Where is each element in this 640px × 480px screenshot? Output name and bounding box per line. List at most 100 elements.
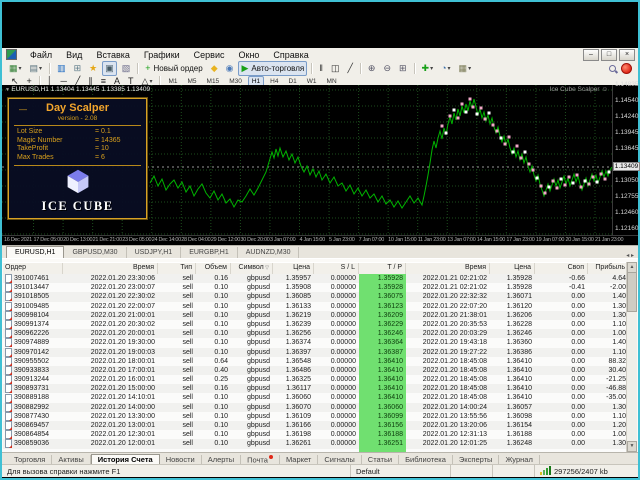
candles-chart-icon[interactable]: ◫ (328, 61, 343, 76)
cell-прибыль: 88.32 (588, 357, 626, 366)
zoom-out-icon[interactable]: ⊖ (380, 61, 394, 76)
table-row[interactable]: 390955502 2022.01.20 18:00:01 sell 0.64 gbpu… (3, 356, 626, 366)
menu-item-3[interactable]: Графики (137, 50, 187, 60)
zoom-in-icon[interactable]: ⊕ (365, 61, 379, 76)
scrollbar-down-icon[interactable]: ▼ (627, 441, 637, 452)
cell-объем: 0.10 (196, 329, 231, 338)
history-col-header-4[interactable]: Символ ▽ (231, 263, 273, 274)
cell-время: 2022.01.20 13:30:00 (63, 412, 158, 421)
time-axis-label: 20 Jan 15:00 (565, 237, 594, 243)
dropdown-caret-icon: ▾ (447, 66, 451, 72)
table-row[interactable]: 390882992 2022.01.20 14:00:00 sell 0.10 gbpu… (3, 402, 626, 412)
menu-item-1[interactable]: Вид (59, 50, 89, 60)
line-chart-icon[interactable]: ╱ (344, 61, 355, 76)
cell-text: 2022.01.20 18:45:08 (422, 357, 487, 365)
chart-plot[interactable]: ▼ EURUSD,H1 1.13404 1.13445 1.13385 1.13… (2, 85, 613, 235)
menu-item-2[interactable]: Вставка (89, 50, 136, 60)
search-icon[interactable] (609, 64, 617, 73)
community-icon[interactable]: ◉ (223, 61, 237, 76)
history-col-header-1[interactable]: Время (63, 263, 158, 274)
cell-время: 2022.01.20 23:30:06 (63, 274, 158, 283)
menu-item-5[interactable]: Окно (232, 50, 267, 60)
time-axis-label: 21 Dec 21:00 (92, 237, 122, 243)
cell-тип: sell (158, 338, 196, 347)
cell-прибыль: 1.00 (588, 329, 626, 338)
table-row[interactable]: 390859036 2022.01.20 12:00:01 sell 0.10 gbpu… (3, 439, 626, 449)
cell-text: 1.36364 (377, 339, 403, 347)
table-row[interactable]: 390864854 2022.01.20 12:30:01 sell 0.10 gbpu… (3, 430, 626, 440)
history-col-header-0[interactable]: Ордер (3, 263, 63, 274)
cell-s-l: 0.00000 (314, 274, 359, 283)
history-col-header-10[interactable]: Своп (535, 263, 588, 274)
ea-smiley-icon[interactable]: ☺ (601, 86, 608, 93)
cell-t-p: 1.36060 (359, 402, 406, 412)
cell-text: 0.10 (214, 394, 228, 402)
terminal-scrollbar[interactable]: ▲ ▼ (626, 262, 637, 452)
tile-windows-icon[interactable]: ⊞ (396, 61, 410, 76)
history-col-header-9[interactable]: Цена (490, 263, 535, 274)
table-row[interactable]: 391018505 2022.01.20 22:30:02 sell 0.10 gbpu… (3, 292, 626, 302)
cell-text: 2022.01.20 18:00:01 (90, 357, 155, 365)
history-col-header-11[interactable]: Прибыль (588, 263, 629, 274)
history-col-header-3[interactable]: Объем (196, 263, 231, 274)
table-row[interactable]: 390913244 2022.01.20 16:00:01 sell 0.25 gbpu… (3, 375, 626, 385)
trade-marker-icon (511, 150, 515, 154)
chart-window: ▼ EURUSD,H1 1.13404 1.13445 1.13385 1.13… (2, 81, 640, 246)
history-col-header-2[interactable]: Тип (158, 263, 196, 274)
minimize-button[interactable]: – (583, 48, 599, 61)
table-row[interactable]: 390869457 2022.01.20 13:00:01 sell 0.10 gbpu… (3, 421, 626, 431)
price-axis[interactable]: 1.13409 1.14835 1.14540 1.14240 1.13945 1.13… (613, 81, 640, 235)
cell-прибыль: 4.64 (588, 274, 626, 283)
status-segment (450, 465, 492, 477)
periods-icon[interactable]: ◔ ▾ (438, 61, 453, 76)
table-row[interactable]: 390877430 2022.01.20 13:30:00 sell 0.10 gbpu… (3, 411, 626, 421)
notifications-icon[interactable] (621, 63, 632, 74)
indicators-icon[interactable]: ✚ ▾ (419, 61, 437, 76)
table-row[interactable]: 390998104 2022.01.20 21:00:01 sell 0.10 gbpu… (3, 310, 626, 320)
cell-text: gbpusd (247, 376, 270, 384)
auto-trading-button[interactable]: ▶ Авто-торговля (238, 61, 308, 76)
table-row[interactable]: 390893731 2022.01.20 15:00:00 sell 0.16 gbpu… (3, 384, 626, 394)
bars-chart-icon[interactable]: ‖ (316, 61, 326, 76)
table-row[interactable]: 391007461 2022.01.20 23:30:06 sell 0.16 gbpu… (3, 274, 626, 284)
status-profile[interactable]: Default (350, 465, 450, 477)
cell-text: 1.36133 (285, 302, 311, 310)
cell-text: 2022.01.20 18:45:08 (422, 376, 487, 384)
templates-icon[interactable]: ▦ ▾ (456, 61, 475, 76)
table-row[interactable]: 390933833 2022.01.20 17:00:01 sell 0.40 gbpu… (3, 365, 626, 376)
cell-цена: 1.36060 (273, 393, 314, 402)
table-row[interactable]: 390970142 2022.01.20 19:00:03 sell 0.10 gbpu… (3, 347, 626, 357)
table-row[interactable]: 390974889 2022.01.20 19:30:00 sell 0.10 gbpu… (3, 338, 626, 348)
header-label: Ордер (5, 264, 27, 271)
close-button[interactable]: × (619, 48, 635, 61)
ea-panel-dash-icon[interactable]: — (19, 105, 27, 114)
cell-s-l: 0.00000 (314, 439, 359, 448)
table-row[interactable]: 391013447 2022.01.20 23:00:07 sell 0.10 gbpu… (3, 283, 626, 293)
cell-время: 2022.01.20 18:45:08 (406, 375, 490, 384)
history-col-header-6[interactable]: S / L (314, 263, 359, 274)
metaeditor-icon[interactable]: ◆ (208, 61, 221, 76)
filter-icon[interactable]: ▽ (264, 265, 269, 271)
table-row[interactable]: 390962226 2022.01.20 20:00:01 sell 0.10 gbpu… (3, 329, 626, 339)
restore-button[interactable]: □ (601, 48, 617, 61)
scrollbar-thumb[interactable] (627, 272, 637, 312)
cell-прибыль: -2.00 (588, 283, 626, 292)
cell-время: 2022.01.20 13:20:06 (406, 421, 490, 430)
cell-s-l: 0.00000 (314, 338, 359, 347)
table-row[interactable]: 391009485 2022.01.20 22:00:07 sell 0.10 gbpu… (3, 301, 626, 311)
table-row[interactable]: 390889188 2022.01.20 14:10:01 sell 0.10 gbpu… (3, 393, 626, 403)
header-label: Цена (514, 264, 531, 271)
table-row[interactable]: 390991374 2022.01.20 20:30:02 sell 0.10 gbpu… (3, 319, 626, 330)
trade-marker-icon (487, 111, 491, 115)
cell-время: 2022.01.20 23:00:07 (63, 283, 158, 292)
menu-item-4[interactable]: Сервис (187, 50, 232, 60)
menu-item-0[interactable]: Файл (23, 50, 59, 60)
history-col-header-5[interactable]: Цена (273, 263, 314, 274)
cell-text: 2022.01.20 14:00:24 (422, 403, 487, 411)
history-col-header-8[interactable]: Время (406, 263, 490, 274)
cell-text: 1.36410 (506, 357, 532, 365)
history-col-header-7[interactable]: T / P (359, 263, 406, 274)
cell-время: 2022.01.21 02:21:02 (406, 283, 490, 292)
cell-t-p: 1.36123 (359, 301, 406, 311)
menu-item-6[interactable]: Справка (266, 50, 315, 60)
